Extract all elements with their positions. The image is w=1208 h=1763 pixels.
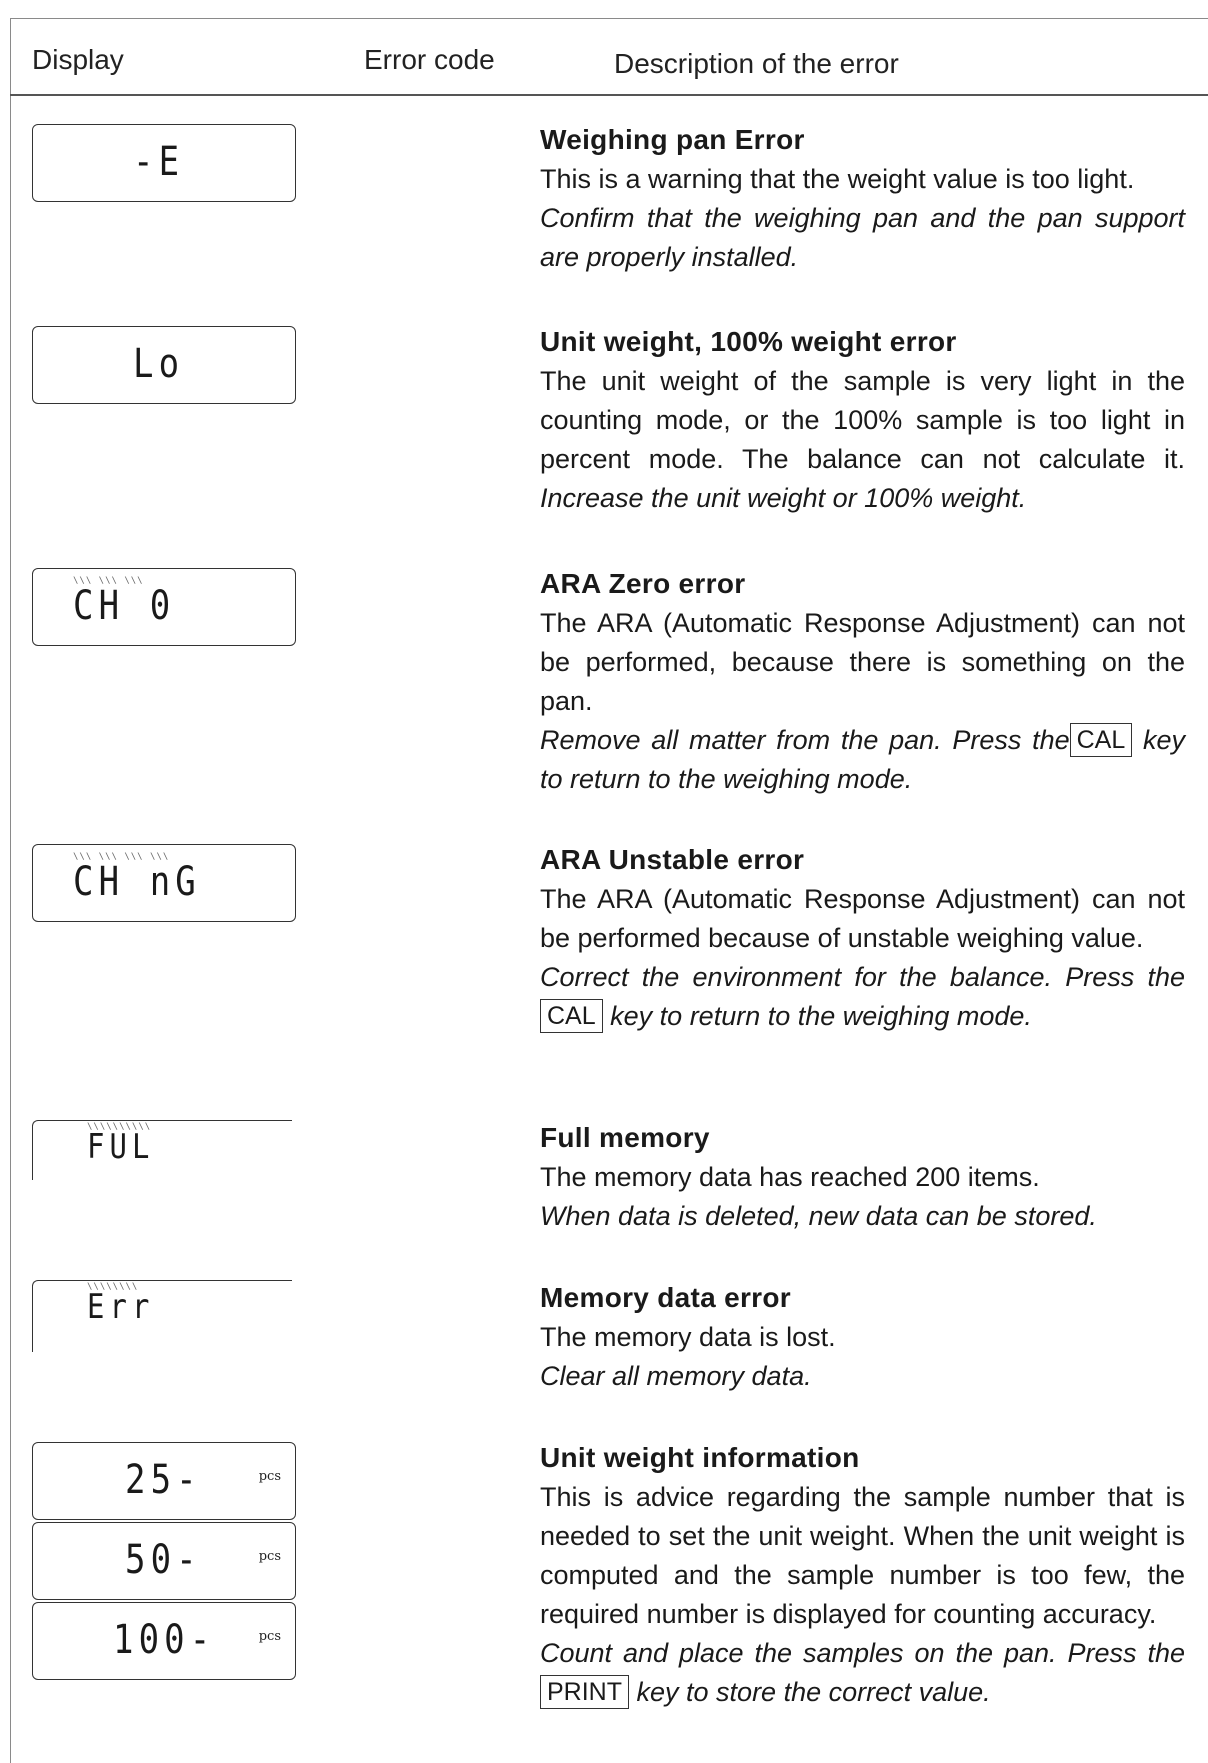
error-instruction: Clear all memory data. xyxy=(540,1361,812,1391)
error-title: ARA Unstable error xyxy=(540,844,805,875)
error-text: This is a warning that the weight value … xyxy=(540,164,1135,194)
lcd-text: Lo xyxy=(133,341,185,387)
error-title: ARA Zero error xyxy=(540,568,746,599)
error-text: The memory data is lost. xyxy=(540,1322,836,1352)
error-text: The ARA (Automatic Response Adjustment) … xyxy=(540,608,1185,716)
header-display: Display xyxy=(32,44,124,75)
lcd-text: 25- xyxy=(125,1457,202,1503)
error-description: ARA Unstable error The ARA (Automatic Re… xyxy=(540,840,1185,1036)
lcd-text: 100- xyxy=(113,1617,216,1663)
lcd-text: FUL xyxy=(87,1127,155,1167)
header-error-code: Error code xyxy=(364,44,495,75)
error-instruction: Count and place the samples on the pan. … xyxy=(540,1634,1185,1712)
error-description: Unit weight, 100% weight error The unit … xyxy=(540,322,1185,518)
lcd-unit: pcs xyxy=(258,1469,281,1484)
error-body: The unit weight of the sample is very li… xyxy=(540,362,1185,518)
print-key: PRINT xyxy=(540,1675,629,1709)
error-title: Weighing pan Error xyxy=(540,124,805,155)
header-description: Description of the error xyxy=(614,48,899,79)
lcd-text: -E xyxy=(133,139,185,185)
lcd-display: Lo xyxy=(32,326,296,404)
error-text: This is advice regarding the sample numb… xyxy=(540,1482,1185,1629)
lcd-text: CH 0 xyxy=(73,583,176,629)
instruction-part-b: key to return to the weighing mode. xyxy=(610,1001,1032,1031)
header-divider xyxy=(10,94,1208,96)
error-title: Memory data error xyxy=(540,1282,791,1313)
error-text: The unit weight of the sample is very li… xyxy=(540,366,1185,474)
lcd-display-50: 50- pcs xyxy=(32,1522,296,1600)
lcd-text: Err xyxy=(87,1287,155,1327)
error-title: Unit weight, 100% weight error xyxy=(540,326,957,357)
error-title: Full memory xyxy=(540,1122,710,1153)
lcd-text: 50- xyxy=(125,1537,202,1583)
lcd-display: \\\ \\\ \\\ \\\ CH nG xyxy=(32,844,296,922)
error-instruction: Confirm that the weighing pan and the pa… xyxy=(540,203,1185,272)
error-description: Weighing pan Error This is a warning tha… xyxy=(540,120,1185,277)
lcd-display: \\\ \\\ \\\ CH 0 xyxy=(32,568,296,646)
lcd-unit: pcs xyxy=(258,1549,281,1564)
cal-key: CAL xyxy=(540,999,603,1033)
error-instruction: Increase the unit weight or 100% weight. xyxy=(540,483,1027,513)
error-instruction: When data is deleted, new data can be st… xyxy=(540,1201,1097,1231)
error-description: Full memory The memory data has reached … xyxy=(540,1118,1185,1236)
lcd-text: CH nG xyxy=(73,859,201,905)
error-description: Memory data error The memory data is los… xyxy=(540,1278,1185,1396)
instruction-part-a: Remove all matter from the pan. Press th… xyxy=(540,725,1070,755)
lcd-display: -E xyxy=(32,124,296,202)
instruction-part-b: key to store the correct value. xyxy=(636,1677,991,1707)
lcd-unit: pcs xyxy=(258,1629,281,1644)
error-description: ARA Zero error The ARA (Automatic Respon… xyxy=(540,564,1185,799)
lcd-display-25: 25- pcs xyxy=(32,1442,296,1520)
instruction-part-a: Count and place the samples on the pan. … xyxy=(540,1638,1185,1668)
error-description: Unit weight information This is advice r… xyxy=(540,1438,1185,1712)
page-border xyxy=(10,18,11,1763)
lcd-display: \\\\\\\\ Err xyxy=(32,1280,292,1352)
error-title: Unit weight information xyxy=(540,1442,860,1473)
error-instruction: Correct the environment for the balance.… xyxy=(540,958,1185,1036)
cal-key: CAL xyxy=(1069,723,1133,757)
error-instruction: Remove all matter from the pan. Press th… xyxy=(540,721,1185,799)
instruction-part-a: Correct the environment for the balance.… xyxy=(540,962,1185,992)
error-text: The ARA (Automatic Response Adjustment) … xyxy=(540,884,1185,953)
table-header: Display Error code Description of the er… xyxy=(10,18,1208,94)
error-text: The memory data has reached 200 items. xyxy=(540,1162,1040,1192)
lcd-display: \\\\\\\\\\ FUL xyxy=(32,1120,292,1180)
lcd-display-100: 100- pcs xyxy=(32,1602,296,1680)
